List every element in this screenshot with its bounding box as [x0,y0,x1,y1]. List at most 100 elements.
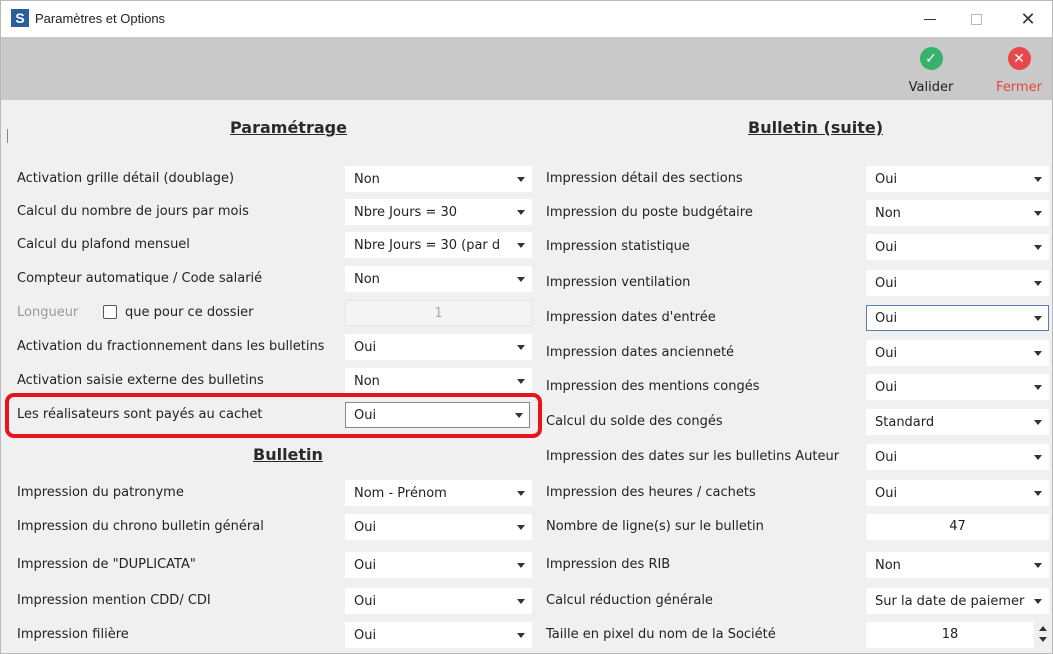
dropdown-jours-mois[interactable]: Nbre Jours = 30 [345,199,532,225]
chevron-down-icon [1034,420,1042,425]
checkmark-icon: ✓ [919,47,943,70]
dropdown-ventilation[interactable]: Oui [866,270,1049,296]
settings-window: S Paramètres et Options ✕ ✓ Valider ✕ Fe… [0,0,1053,654]
section-title-bulletin: Bulletin [253,445,323,464]
dropdown-dates-anciennete[interactable]: Oui [866,340,1049,366]
chevron-down-icon [1034,491,1042,496]
row-label: Impression des RIB [546,557,671,572]
chevron-down-icon [1034,245,1042,250]
input-value: 18 [941,627,959,642]
chevron-down-icon [1034,316,1042,321]
dropdown-filiere[interactable]: Oui [345,622,532,648]
dropdown-dates-entree[interactable]: Oui [866,305,1049,331]
validate-label: Valider [908,80,954,95]
row-label: Impression dates ancienneté [546,345,735,360]
close-icon: ✕ [1020,8,1036,30]
chevron-down-icon [1034,351,1042,356]
dropdown-value: Oui [875,311,898,326]
chevron-down-icon [517,277,525,282]
chevron-down-icon [517,379,525,384]
app-logo-icon: S [11,9,29,27]
chevron-down-icon [1034,385,1042,390]
chevron-down-icon [517,210,525,215]
dropdown-solde-conges[interactable]: Standard [866,409,1049,435]
window-close-button[interactable]: ✕ [1005,1,1051,37]
chevron-down-icon [517,563,525,568]
row-label: Activation saisie externe des bulletins [17,373,264,388]
chevron-down-icon [517,491,525,496]
maximize-button[interactable] [953,1,999,37]
row-label: Calcul du solde des congés [546,414,723,429]
dropdown-duplicata[interactable]: Oui [345,552,532,578]
chevron-down-icon [517,633,525,638]
dropdown-value: Oui [354,520,377,535]
chevron-down-icon [517,243,525,248]
row-label: Impression des mentions congés [546,379,760,394]
close-label: Fermer [996,80,1042,95]
dropdown-value: Oui [875,486,898,501]
dropdown-reduction-generale[interactable]: Sur la date de paiemer [866,588,1049,614]
row-label: Impression dates d'entrée [546,310,716,325]
dropdown-value: Non [354,172,380,187]
chevron-down-icon [1034,281,1042,286]
title-bar: S Paramètres et Options ✕ [1,1,1052,37]
dropdown-cdd-cdi[interactable]: Oui [345,588,532,614]
dropdown-poste-budgetaire[interactable]: Non [866,200,1049,226]
dropdown-compteur[interactable]: Non [345,266,532,292]
row-label: Impression des heures / cachets [546,485,756,500]
dropdown-plafond[interactable]: Nbre Jours = 30 (par d [345,232,532,258]
spin-up-icon[interactable] [1039,626,1047,631]
taille-pixel-input[interactable]: 18 [866,622,1034,648]
nombre-lignes-input[interactable]: 47 [866,514,1049,540]
chevron-down-icon [1034,455,1042,460]
dropdown-value: Oui [875,276,898,291]
dropdown-value: Oui [875,380,898,395]
close-button[interactable]: ✕ Fermer [989,47,1049,95]
row-label: Taille en pixel du nom de la Société [546,627,776,642]
chevron-down-icon [517,177,525,182]
validate-button[interactable]: ✓ Valider [901,47,961,95]
dropdown-value: Oui [354,628,377,643]
dropdown-chrono[interactable]: Oui [345,514,532,540]
dropdown-value: Nom - Prénom [354,486,447,501]
longueur-input[interactable]: 1 [345,300,532,326]
row-label: Activation du fractionnement dans les bu… [17,339,325,354]
row-label: Impression du poste budgétaire [546,205,753,220]
dropdown-heures-cachets[interactable]: Oui [866,480,1049,506]
row-label: Impression ventilation [546,275,691,290]
row-label: Impression des dates sur les bulletins A… [546,449,840,464]
dropdown-fractionnement[interactable]: Oui [345,334,532,360]
dropdown-value: Oui [875,450,898,465]
dropdown-value: Non [875,206,901,221]
dropdown-value: Standard [875,415,935,430]
row-label: Nombre de ligne(s) sur le bulletin [546,519,764,534]
maximize-icon [970,13,982,25]
spin-down-icon[interactable] [1039,637,1047,642]
toolbar: ✓ Valider ✕ Fermer [1,37,1052,100]
row-label: Impression du chrono bulletin général [17,519,264,534]
row-label: Calcul réduction générale [546,593,713,608]
dropdown-saisie-externe[interactable]: Non [345,368,532,394]
dropdown-detail-sections[interactable]: Oui [866,166,1049,192]
chevron-down-icon [1034,599,1042,604]
section-title-bulletin-suite: Bulletin (suite) [748,118,884,137]
dropdown-statistique[interactable]: Oui [866,234,1049,260]
dropdown-value: Oui [354,558,377,573]
dropdown-value: Non [354,374,380,389]
dropdown-value: Oui [354,340,377,355]
dropdown-dates-auteur[interactable]: Oui [866,444,1049,470]
longueur-label: Longueur [17,305,79,320]
dropdown-patronyme[interactable]: Nom - Prénom [345,480,532,506]
minimize-button[interactable] [907,1,953,37]
row-label: Calcul du nombre de jours par mois [17,204,249,219]
row-label: Impression filière [17,627,129,642]
dropdown-doublage[interactable]: Non [345,166,532,192]
dropdown-rib[interactable]: Non [866,552,1049,578]
row-label: Impression détail des sections [546,171,743,186]
section-title-parametrage: Paramétrage [230,118,347,137]
dropdown-mentions-conges[interactable]: Oui [866,374,1049,400]
row-label: Impression de "DUPLICATA" [17,557,196,572]
dossier-checkbox[interactable] [103,305,117,319]
chevron-down-icon [517,525,525,530]
spinner-control[interactable] [1037,622,1049,648]
